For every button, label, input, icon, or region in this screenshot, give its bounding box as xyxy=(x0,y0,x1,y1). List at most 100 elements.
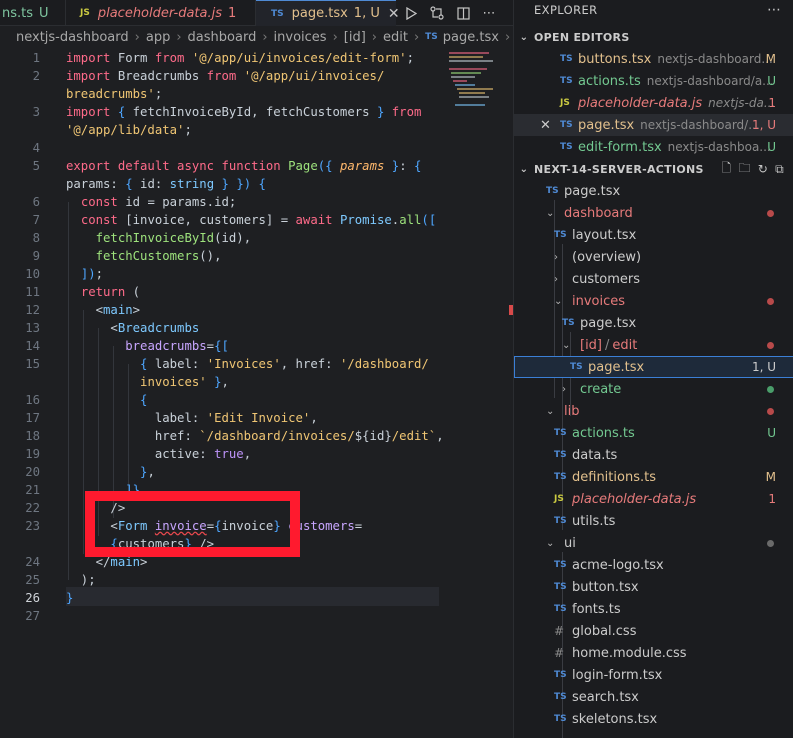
open-editor-item[interactable]: JS placeholder-data.js nextjs-da... 1 xyxy=(514,92,793,114)
close-icon[interactable]: ✕ xyxy=(388,6,400,22)
tree-item[interactable]: TS button.tsx xyxy=(514,576,793,598)
open-editor-item[interactable]: TS edit-form.tsx nextjs-dashboa... U xyxy=(514,136,793,158)
tree-item[interactable]: TS data.ts xyxy=(514,444,793,466)
split-editor-icon[interactable] xyxy=(454,3,472,23)
tab-actions-ts[interactable]: ns.ts U xyxy=(0,0,66,26)
code-line[interactable]: 3 import { fetchInvoiceById, fetchCustome… xyxy=(0,103,445,121)
chevron-down-icon: ⌄ xyxy=(546,207,555,219)
tab-placeholder-data[interactable]: JS placeholder-data.js 1 xyxy=(66,0,256,26)
line-number: 12 xyxy=(25,303,40,317)
collapse-all-icon[interactable]: ⧉ xyxy=(775,162,784,177)
code-line[interactable]: breadcrumbs'; xyxy=(0,85,445,103)
line-number: 5 xyxy=(32,159,40,173)
tree-item[interactable]: ⌄ invoices xyxy=(514,290,793,312)
breadcrumb-item[interactable]: edit xyxy=(383,30,408,45)
code-line[interactable]: 6 const id = params.id; xyxy=(0,193,445,211)
more-actions-icon[interactable]: ⋯ xyxy=(480,3,498,23)
code-line[interactable]: '@/app/lib/data'; xyxy=(0,121,445,139)
code-line[interactable]: 17 label: 'Edit Invoice', xyxy=(0,409,445,427)
tree-item[interactable]: TS page.tsx xyxy=(514,180,793,202)
chevron-down-icon: ⌄ xyxy=(546,537,555,549)
tree-item[interactable]: ⌄ dashboard xyxy=(514,202,793,224)
compare-changes-icon[interactable] xyxy=(428,3,446,23)
code-line[interactable]: 27 xyxy=(0,607,445,625)
code-line[interactable]: 26} xyxy=(0,589,445,607)
more-actions-icon[interactable]: ⋯ xyxy=(767,2,781,18)
code-line[interactable]: invoices' }, xyxy=(0,373,445,391)
breadcrumb-item[interactable]: invoices xyxy=(274,30,327,45)
minimap[interactable] xyxy=(445,48,507,738)
file-name: definitions.ts xyxy=(572,469,656,485)
tree-item[interactable]: TS acme-logo.tsx xyxy=(514,554,793,576)
refresh-icon[interactable]: ↻ xyxy=(758,162,768,176)
new-file-icon[interactable]: 🗋 xyxy=(722,159,732,180)
tree-item[interactable]: TS page.tsx 1, U xyxy=(514,356,793,378)
breadcrumb-item[interactable]: nextjs-dashboard xyxy=(16,30,129,45)
explorer-panel: EXPLORER ⋯ ⌄ OPEN EDITORS TS buttons.tsx n… xyxy=(513,0,793,738)
breadcrumb-item[interactable]: page.tsx xyxy=(443,30,499,45)
close-icon[interactable]: ✕ xyxy=(540,118,551,133)
file-name: fonts.ts xyxy=(572,601,621,617)
code-line[interactable]: 12 <main> xyxy=(0,301,445,319)
code-line[interactable]: 19 active: true, xyxy=(0,445,445,463)
status-dot xyxy=(767,297,774,305)
tree-item[interactable]: ⌄ ui xyxy=(514,532,793,554)
code-line[interactable]: 20 }, xyxy=(0,463,445,481)
project-header[interactable]: ⌄ NEXT-14-SERVER-ACTIONS 🗋 🗀 ↻ ⧉ xyxy=(514,158,793,180)
code-line[interactable]: 13 <Breadcrumbs xyxy=(0,319,445,337)
file-name: invoices xyxy=(572,293,626,309)
tree-item[interactable]: ⌄ lib xyxy=(514,400,793,422)
tree-item[interactable]: TS fonts.ts xyxy=(514,598,793,620)
code-line[interactable]: 15 { label: 'Invoices', href: '/dashboar… xyxy=(0,355,445,373)
code-line[interactable]: 4 xyxy=(0,139,445,157)
tree-item[interactable]: › create xyxy=(514,378,793,400)
code-line[interactable]: 1 import Form from '@/app/ui/invoices/edi… xyxy=(0,49,445,67)
tree-item[interactable]: JS placeholder-data.js 1 xyxy=(514,488,793,510)
breadcrumb-item[interactable]: app xyxy=(146,30,170,45)
tab-status: 1 xyxy=(228,5,237,21)
code-line[interactable]: 9 fetchCustomers(), xyxy=(0,247,445,265)
code-line[interactable]: 7 const [invoice, customers] = await Pro… xyxy=(0,211,445,229)
open-editor-item[interactable]: ✕ TS page.tsx nextjs-dashboard/... 1, U xyxy=(514,114,793,136)
chevron-down-icon: ⌄ xyxy=(546,405,555,417)
tree-item[interactable]: # home.module.css xyxy=(514,642,793,664)
tree-item[interactable]: TS layout.tsx xyxy=(514,224,793,246)
code-line[interactable]: 18 href: `/dashboard/invoices/${id}/edit… xyxy=(0,427,445,445)
tab-page-tsx[interactable]: TS page.tsx 1, U ✕ xyxy=(256,0,400,26)
tree-item[interactable]: TS actions.ts U xyxy=(514,422,793,444)
code-line[interactable]: 16 { xyxy=(0,391,445,409)
breadcrumb-item[interactable]: [id] xyxy=(344,30,366,45)
tree-item[interactable]: TS search.tsx xyxy=(514,686,793,708)
tree-item[interactable]: TS page.tsx xyxy=(514,312,793,334)
line-number: 27 xyxy=(25,609,40,623)
code-line[interactable]: 10 ]); xyxy=(0,265,445,283)
open-editors-header[interactable]: ⌄ OPEN EDITORS xyxy=(514,26,793,48)
run-icon[interactable] xyxy=(402,3,420,23)
tree-item[interactable]: TS skeletons.tsx xyxy=(514,708,793,730)
tree-item[interactable]: › (overview) xyxy=(514,246,793,268)
code-line[interactable]: 8 fetchInvoiceById(id), xyxy=(0,229,445,247)
code-line[interactable]: params: { id: string } }) { xyxy=(0,175,445,193)
tree-item[interactable]: › customers xyxy=(514,268,793,290)
tree-item[interactable]: # global.css xyxy=(514,620,793,642)
git-status-badge: 1 xyxy=(768,96,776,110)
tree-item[interactable]: TS definitions.ts M xyxy=(514,466,793,488)
code-line[interactable]: 25 ); xyxy=(0,571,445,589)
open-editor-item[interactable]: TS actions.ts nextjs-dashboard/a... U xyxy=(514,70,793,92)
code-line[interactable]: 11 return ( xyxy=(0,283,445,301)
tree-item[interactable]: TS login-form.tsx xyxy=(514,664,793,686)
new-folder-icon[interactable]: 🗀 xyxy=(738,159,750,180)
file-name: placeholder-data.js nextjs-da... xyxy=(578,95,776,111)
tree-item[interactable]: ⌄ [id] / edit xyxy=(514,334,793,356)
code-line[interactable]: 2 import Breadcrumbs from '@/app/ui/invoi… xyxy=(0,67,445,85)
code-line[interactable]: 14 breadcrumbs={[ xyxy=(0,337,445,355)
tree-item[interactable]: TS utils.ts xyxy=(514,510,793,532)
file-name: page.tsx nextjs-dashboard/... xyxy=(578,117,760,133)
ts-file-icon: TS xyxy=(560,54,573,64)
git-status-badge: U xyxy=(767,426,776,440)
code-line[interactable]: 5 export default async function Page({ pa… xyxy=(0,157,445,175)
code-editor[interactable]: 1 import Form from '@/app/ui/invoices/edi… xyxy=(0,48,445,738)
ts-file-icon: TS xyxy=(554,230,567,240)
open-editor-item[interactable]: TS buttons.tsx nextjs-dashboard... M xyxy=(514,48,793,70)
breadcrumb-item[interactable]: dashboard xyxy=(188,30,257,45)
